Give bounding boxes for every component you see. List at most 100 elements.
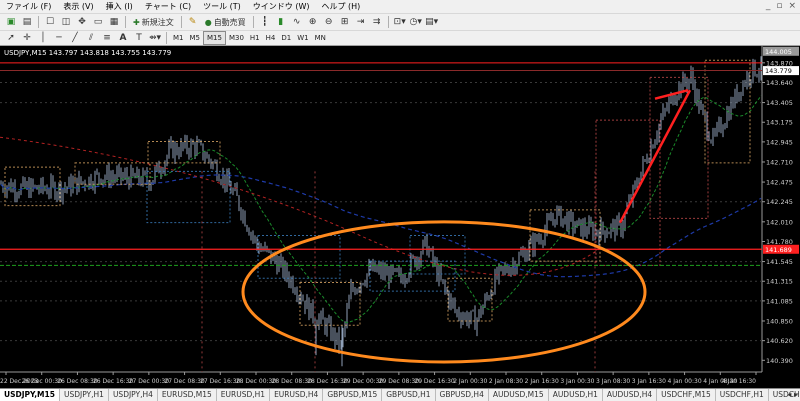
shapes-icon[interactable]: ⇴▾: [148, 32, 162, 45]
timeframe-h4[interactable]: H4: [263, 32, 279, 44]
templates-icon[interactable]: ▤▾: [425, 16, 439, 29]
time-label: 26 Dec 00:30: [22, 378, 63, 385]
chart-tab[interactable]: USDJPY,H1: [60, 389, 109, 401]
chart-tabs: USDJPY,M15 USDJPY,H1 USDJPY,H4 EURUSD,M1…: [0, 388, 800, 401]
window-controls: _ ▫ ×: [766, 0, 796, 13]
time-label: 3 Jan 16:30: [632, 378, 666, 385]
market-watch-icon[interactable]: ☐: [43, 16, 57, 29]
time-label: 28 Dec 00:30: [236, 378, 277, 385]
menu-file[interactable]: ファイル (F): [0, 0, 57, 13]
zoom-out-icon[interactable]: ⊖: [322, 16, 336, 29]
terminal-icon[interactable]: ▭: [91, 16, 105, 29]
time-label: 2 Jan 00:30: [453, 378, 487, 385]
menu-help[interactable]: ヘルプ (H): [315, 0, 366, 13]
chart-shift-icon[interactable]: ⇥: [354, 16, 368, 29]
time-label: 26 Dec 16:30: [93, 378, 134, 385]
periods-icon[interactable]: ◷▾: [409, 16, 423, 29]
minimize-button[interactable]: _: [766, 0, 771, 13]
price-label: 142.245: [766, 198, 793, 206]
timeframe-m5[interactable]: M5: [187, 32, 204, 44]
timeframe-d1[interactable]: D1: [278, 32, 294, 44]
price-label: 142.945: [766, 138, 793, 146]
chart-window[interactable]: USDJPY,M15 143.797 143.818 143.755 143.7…: [0, 46, 800, 388]
new-order-button[interactable]: ✚ 新規注文: [130, 16, 177, 29]
menu-view[interactable]: 表示 (V): [57, 0, 99, 13]
bar-chart-icon[interactable]: ┇: [258, 16, 272, 29]
chart-tab[interactable]: AUDUSD,H1: [549, 389, 603, 401]
chart-tab[interactable]: GBPUSD,H4: [436, 389, 489, 401]
price-label: 141.689: [765, 246, 792, 254]
tab-scroll-arrows[interactable]: ◂ ▸: [787, 389, 798, 401]
time-label: 2 Jan 16:30: [525, 378, 559, 385]
restore-button[interactable]: ▫: [776, 0, 782, 13]
chart-tab[interactable]: EURUSD,M15: [158, 389, 217, 401]
price-label: 142.710: [766, 158, 793, 166]
time-label: 27 Dec 08:30: [164, 378, 205, 385]
timeframe-w1[interactable]: W1: [294, 32, 311, 44]
metaeditor-icon[interactable]: ✎: [186, 16, 200, 29]
chart-tab[interactable]: USDCHF,M15: [657, 389, 716, 401]
channel-icon[interactable]: ⫽: [84, 32, 98, 45]
crosshair-icon[interactable]: ✛: [20, 32, 34, 45]
time-label: 4 Jan 16:30: [722, 378, 756, 385]
timeframe-m1[interactable]: M1: [170, 32, 187, 44]
label-icon[interactable]: T: [132, 32, 146, 45]
chart-tab[interactable]: USDCHF,H1: [716, 389, 769, 401]
chart-tab[interactable]: USDJPY,M15: [0, 389, 60, 401]
time-label: 29 Dec 16:30: [414, 378, 455, 385]
price-label: 141.085: [766, 297, 793, 305]
chart-tab[interactable]: AUDUSD,M15: [489, 389, 549, 401]
standard-toolbar: ▣ ▤ ☐ ◫ ✥ ▭ ▦ ✚ 新規注文 ✎ ● 自動売買 ┇ ▮ ∿ ⊕ ⊖ ⊞ …: [0, 13, 800, 30]
close-button[interactable]: ×: [788, 0, 796, 13]
tile-windows-icon[interactable]: ⊞: [338, 16, 352, 29]
price-label: 143.175: [766, 119, 793, 127]
menu-insert[interactable]: 挿入 (I): [100, 0, 139, 13]
time-label: 4 Jan 00:30: [667, 378, 701, 385]
timeframe-mn[interactable]: MN: [312, 32, 329, 44]
chart-tab[interactable]: USDJPY,H4: [109, 389, 158, 401]
chart-tab[interactable]: GBPUSD,M15: [323, 389, 383, 401]
line-studies-toolbar: ➚ ✛ │ ─ ╱ ⫽ ≡ A T ⇴▾ M1 M5 M15 M30 H1 H4…: [0, 30, 800, 46]
navigator-icon[interactable]: ✥: [75, 16, 89, 29]
timeframe-m30[interactable]: M30: [226, 32, 247, 44]
menu-chart[interactable]: チャート (C): [139, 0, 197, 13]
line-chart-icon[interactable]: ∿: [290, 16, 304, 29]
strategy-tester-icon[interactable]: ▦: [107, 16, 121, 29]
toolbar-separator: [180, 16, 182, 28]
fibonacci-icon[interactable]: ≡: [100, 32, 114, 45]
auto-trading-button[interactable]: ● 自動売買: [202, 16, 249, 29]
chart-tab[interactable]: EURUSD,H4: [270, 389, 324, 401]
chart-symbol-info: USDJPY,M15 143.797 143.818 143.755 143.7…: [4, 49, 171, 57]
horizontal-line-icon[interactable]: ─: [52, 32, 66, 45]
chart-tab[interactable]: GBPUSD,H1: [382, 389, 436, 401]
toolbar-separator: [125, 16, 126, 28]
time-label: 29 Dec 00:30: [343, 378, 384, 385]
price-label: 140.620: [766, 337, 793, 345]
chart-tab[interactable]: EURUSD,H1: [217, 389, 271, 401]
menu-window[interactable]: ウインドウ (W): [247, 0, 316, 13]
price-label: 142.010: [766, 218, 793, 226]
profiles-icon[interactable]: ▤: [20, 16, 34, 29]
data-window-icon[interactable]: ◫: [59, 16, 73, 29]
indicators-icon[interactable]: ⊡▾: [393, 16, 407, 29]
timeframe-m15[interactable]: M15: [203, 31, 226, 45]
vertical-line-icon[interactable]: │: [36, 32, 50, 45]
time-label: 2 Jan 08:30: [489, 378, 523, 385]
time-label: 29 Dec 08:30: [379, 378, 420, 385]
menu-tools[interactable]: ツール (T): [197, 0, 247, 13]
auto-trading-icon: ●: [204, 17, 212, 27]
text-icon[interactable]: A: [116, 32, 130, 45]
time-label: 3 Jan 00:30: [560, 378, 594, 385]
annotation-ellipse: [241, 220, 647, 364]
chart-tab[interactable]: AUDUSD,H4: [603, 389, 658, 401]
zoom-in-icon[interactable]: ⊕: [306, 16, 320, 29]
candlestick-icon[interactable]: ▮: [274, 16, 288, 29]
new-order-icon: ✚: [133, 17, 140, 27]
trendline-icon[interactable]: ╱: [68, 32, 82, 45]
price-chart[interactable]: USDJPY,M15 143.797 143.818 143.755 143.7…: [0, 46, 800, 388]
autoscroll-icon[interactable]: ⇉: [370, 16, 384, 29]
cursor-icon[interactable]: ➚: [4, 32, 18, 45]
timeframe-h1[interactable]: H1: [247, 32, 263, 44]
new-order-label: 新規注文: [141, 17, 174, 27]
new-chart-icon[interactable]: ▣: [4, 16, 18, 29]
